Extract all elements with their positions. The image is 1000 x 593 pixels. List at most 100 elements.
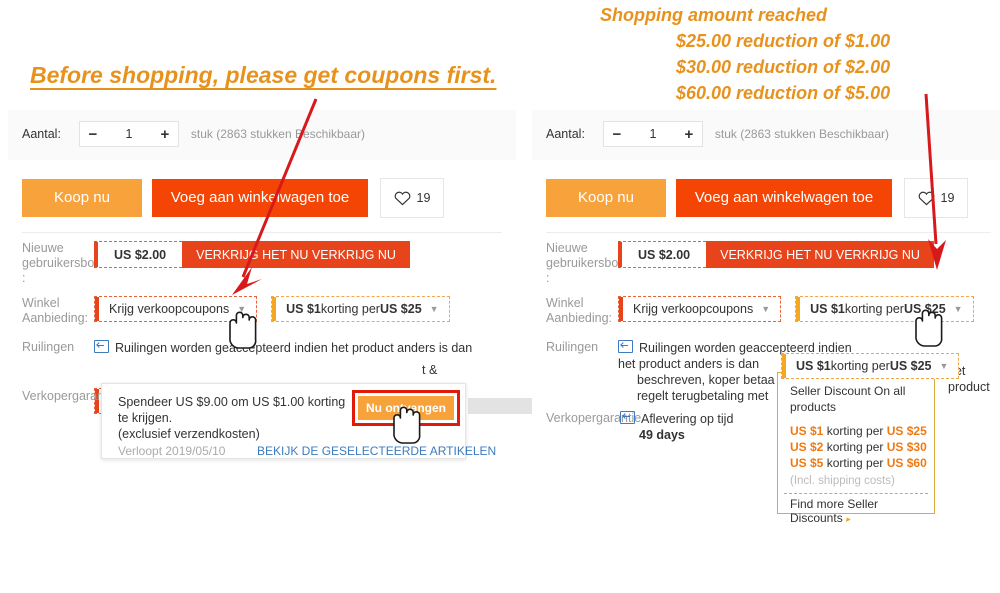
seller-discount-tier-list: US $1 korting per US $25 US $2 korting p… <box>790 423 927 471</box>
chevron-down-icon: ▼ <box>429 304 439 314</box>
action-button-row: Koop nu Voeg aan winkelwagen toe 19 <box>22 178 444 218</box>
seller-discount-chip[interactable]: US $1 korting per US $25 ▼ <box>271 296 450 322</box>
new-user-coupon-row: Nieuwe gebruikersbon : US $2.00 VERKRIJG… <box>546 241 934 286</box>
quantity-value[interactable]: 1 <box>106 127 152 141</box>
seller-discount-heading: Seller Discount On all products <box>790 384 906 414</box>
quantity-label: Aantal: <box>22 127 61 141</box>
add-to-cart-button[interactable]: Voeg aan winkelwagen toe <box>152 179 368 217</box>
seller-discount-amount: US $1 <box>810 302 845 316</box>
quantity-increase-button[interactable]: + <box>152 126 178 143</box>
delivery-days: 49 days <box>639 428 685 442</box>
seller-discount-chip-expanded[interactable]: US $1 korting per US $25 ▼ <box>781 353 960 379</box>
exchange-label: Ruilingen <box>22 340 75 354</box>
annotation-line-2: $25.00 reduction of $1.00 <box>676 31 891 51</box>
seller-guarantee-label: Verkopergarantie <box>546 411 642 425</box>
new-user-coupon[interactable]: US $2.00 VERKRIJG HET NU VERKRIJG NU <box>94 241 410 268</box>
chip-accent-bar <box>782 354 786 378</box>
exchange-text: Ruilingen worden geaccepteerd indien het… <box>94 340 472 356</box>
coupon-popup-expiry: Verloopt 2019/05/10 <box>118 444 226 458</box>
chevron-down-icon: ▼ <box>761 304 771 314</box>
quantity-value[interactable]: 1 <box>630 127 676 141</box>
new-user-coupon[interactable]: US $2.00 VERKRIJG HET NU VERKRIJG NU <box>618 241 934 268</box>
find-more-label: Find more Seller Discounts <box>790 497 879 525</box>
favorite-count: 19 <box>416 191 431 205</box>
coupon-popup-text: Spendeer US $9.00 om US $1.00 korting te… <box>118 394 358 442</box>
quantity-decrease-button[interactable]: − <box>80 126 106 143</box>
get-seller-coupons-label: Krijg verkoopcoupons <box>633 302 754 316</box>
exchange-box-icon <box>94 340 109 353</box>
buy-now-button[interactable]: Koop nu <box>22 179 142 217</box>
seller-discount-threshold: US $25 <box>379 302 422 316</box>
favorite-button[interactable]: 19 <box>380 178 444 218</box>
tier-amount: US $1 <box>790 424 824 438</box>
buy-now-button[interactable]: Koop nu <box>546 179 666 217</box>
new-user-coupon-row: Nieuwe gebruikersbon : US $2.00 VERKRIJG… <box>22 241 410 286</box>
delivery-on-time-label: Aflevering op tijd <box>641 412 734 426</box>
store-offer-row: Winkel Aanbieding: Krijg verkoopcoupons … <box>546 296 974 326</box>
highlight-box <box>352 390 460 426</box>
heart-icon <box>394 191 410 205</box>
new-user-coupon-amount: US $2.00 <box>94 241 183 268</box>
coupon-detail-popup: Spendeer US $9.00 om US $1.00 korting te… <box>101 383 496 459</box>
chevron-right-icon: ▸ <box>845 514 851 524</box>
new-user-coupon-label: Nieuwe gebruikersbon : <box>546 241 626 285</box>
chevron-down-icon: ▼ <box>939 361 949 371</box>
tier-mid: korting per <box>823 456 887 470</box>
get-seller-coupons-label: Krijg verkoopcoupons <box>109 302 230 316</box>
annotation-line-1: Shopping amount reached <box>600 5 828 25</box>
find-more-seller-discounts-link[interactable]: Find more Seller Discounts ▸ <box>790 497 934 525</box>
seller-guarantee-row: Verkopergarantie Aflevering op tijd 49 d… <box>546 411 733 443</box>
divider <box>22 232 502 233</box>
heart-icon <box>918 191 934 205</box>
seller-discount-tier: US $5 korting per US $60 <box>790 455 927 471</box>
annotation-right-heading: Shopping amount reached $25.00 reduction… <box>600 2 890 106</box>
add-to-cart-button[interactable]: Voeg aan winkelwagen toe <box>676 179 892 217</box>
shipping-costs-note: (Incl. shipping costs) <box>790 475 895 487</box>
seller-discount-amount: US $1 <box>286 302 321 316</box>
tier-threshold: US $30 <box>886 440 927 454</box>
seller-discount-popup: Seller Discount On all products US $1 ko… <box>777 372 935 525</box>
tier-threshold: US $60 <box>886 456 927 470</box>
quantity-stepper[interactable]: − 1 + <box>602 121 703 147</box>
favorite-button[interactable]: 19 <box>904 178 968 218</box>
tier-amount: US $2 <box>790 440 824 454</box>
tier-mid: korting per <box>823 424 887 438</box>
new-user-coupon-amount: US $2.00 <box>618 241 707 268</box>
popup-divider <box>784 493 928 494</box>
seller-guarantee-text: Aflevering op tijd 49 days <box>620 411 733 443</box>
seller-discount-amount: US $1 <box>796 359 831 373</box>
get-seller-coupons-chip[interactable]: Krijg verkoopcoupons ▼ <box>94 296 258 322</box>
annotation-left-heading: Before shopping, please get coupons firs… <box>30 62 497 88</box>
seller-discount-tier: US $2 korting per US $30 <box>790 439 927 455</box>
chevron-down-icon: ▼ <box>237 304 247 314</box>
chip-accent-bar <box>95 297 99 321</box>
annotation-line-3: $30.00 reduction of $2.00 <box>676 57 891 77</box>
seller-discount-threshold: US $25 <box>889 359 932 373</box>
new-user-coupon-get-button[interactable]: VERKRIJG HET NU VERKRIJG NU <box>182 241 410 268</box>
new-user-coupon-get-button[interactable]: VERKRIJG HET NU VERKRIJG NU <box>706 241 934 268</box>
seller-guarantee-label: Verkopergaran <box>22 389 105 403</box>
chip-accent-bar <box>272 297 277 321</box>
coupon-popup-condition: Spendeer US $9.00 om US $1.00 korting te… <box>118 395 346 425</box>
quantity-availability: stuk (2863 stukken Beschikbaar) <box>190 127 366 141</box>
quantity-row: Aantal: − 1 + stuk (2863 stukken Beschik… <box>546 121 889 147</box>
seller-discount-tier: US $1 korting per US $25 <box>790 423 927 439</box>
store-offer-row: Winkel Aanbieding: Krijg verkoopcoupons … <box>22 296 450 326</box>
seller-discount-chip[interactable]: US $1 korting per US $25 ▼ <box>795 296 974 322</box>
tier-mid: korting per <box>823 440 887 454</box>
tier-amount: US $5 <box>790 456 824 470</box>
seller-discount-threshold: US $25 <box>903 302 946 316</box>
exchange-box-icon <box>618 340 633 353</box>
annotation-line-4: $60.00 reduction of $5.00 <box>676 83 891 103</box>
quantity-increase-button[interactable]: + <box>676 126 702 143</box>
view-selected-items-link[interactable]: BEKIJK DE GESELECTEERDE ARTIKELEN <box>257 444 496 458</box>
exchange-row: Ruilingen Ruilingen worden geaccepteerd … <box>22 340 472 356</box>
action-button-row: Koop nu Voeg aan winkelwagen toe 19 <box>546 178 968 218</box>
quantity-stepper[interactable]: − 1 + <box>78 121 179 147</box>
exchange-description: Ruilingen worden geaccepteerd indien het… <box>115 341 473 355</box>
chevron-down-icon: ▼ <box>953 304 963 314</box>
store-offer-label: Winkel Aanbieding: <box>22 296 89 325</box>
get-seller-coupons-chip[interactable]: Krijg verkoopcoupons ▼ <box>618 296 782 322</box>
quantity-decrease-button[interactable]: − <box>604 126 630 143</box>
placeholder-bar <box>468 398 535 414</box>
